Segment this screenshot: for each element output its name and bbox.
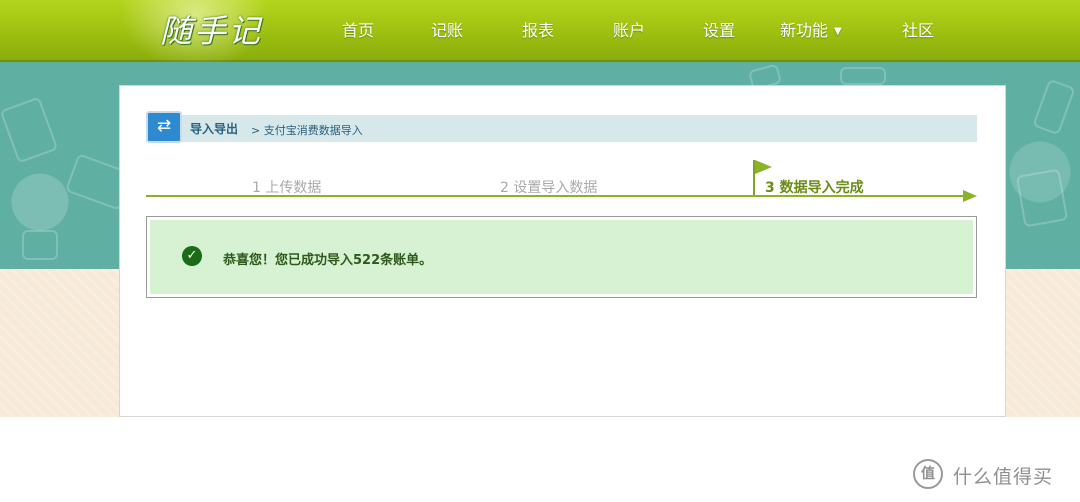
decorative-building-icon — [22, 230, 58, 260]
success-message-background: ✓ 恭喜您！您已成功导入522条账单。 — [150, 220, 973, 294]
nav-item-settings[interactable]: 设置 — [703, 17, 735, 41]
nav-item-new-features-label: 新功能 — [780, 21, 829, 40]
nav-item-new-features[interactable]: 新功能 ▼ — [780, 17, 842, 41]
progress-line — [146, 195, 966, 197]
step-upload-data: 1 上传数据 — [252, 180, 322, 196]
watermark-text: 什么值得买 — [953, 466, 1054, 488]
breadcrumb: > 支付宝消费数据导入 — [251, 124, 363, 137]
import-export-icon: ⇄ — [146, 111, 182, 143]
decorative-shape-icon — [840, 67, 886, 85]
chevron-down-icon: ▼ — [834, 26, 842, 37]
page-title-bar: ⇄ 导入导出 > 支付宝消费数据导入 — [146, 111, 977, 143]
top-navigation-bar: 随手记 首页 记账 报表 账户 设置 新功能 ▼ 社区 — [0, 0, 1080, 70]
app-logo[interactable]: 随手记 — [160, 6, 262, 50]
decorative-notebook-icon — [0, 96, 59, 164]
import-panel: ⇄ 导入导出 > 支付宝消费数据导入 1 上传数据 2 设置导入数据 3 数据导… — [119, 85, 1006, 417]
decorative-phone-icon — [1032, 78, 1076, 136]
step-configure-import: 2 设置导入数据 — [500, 180, 598, 196]
nav-item-home[interactable]: 首页 — [342, 17, 374, 41]
success-message: 恭喜您！您已成功导入522条账单。 — [223, 253, 433, 268]
arrow-right-icon — [963, 190, 977, 202]
page-title: 导入导出 — [190, 122, 239, 136]
nav-item-accounts[interactable]: 账户 — [613, 17, 645, 41]
step-import-complete: 3 数据导入完成 — [765, 180, 864, 196]
watermark-logo-icon: 值 — [913, 459, 943, 489]
nav-item-bookkeeping[interactable]: 记账 — [431, 17, 463, 41]
nav-item-reports[interactable]: 报表 — [522, 17, 554, 41]
nav-item-community[interactable]: 社区 — [902, 17, 934, 41]
decorative-document-icon — [1015, 168, 1069, 228]
check-circle-icon: ✓ — [182, 246, 202, 266]
success-message-box: ✓ 恭喜您！您已成功导入522条账单。 — [146, 216, 977, 298]
flag-icon — [755, 160, 772, 174]
